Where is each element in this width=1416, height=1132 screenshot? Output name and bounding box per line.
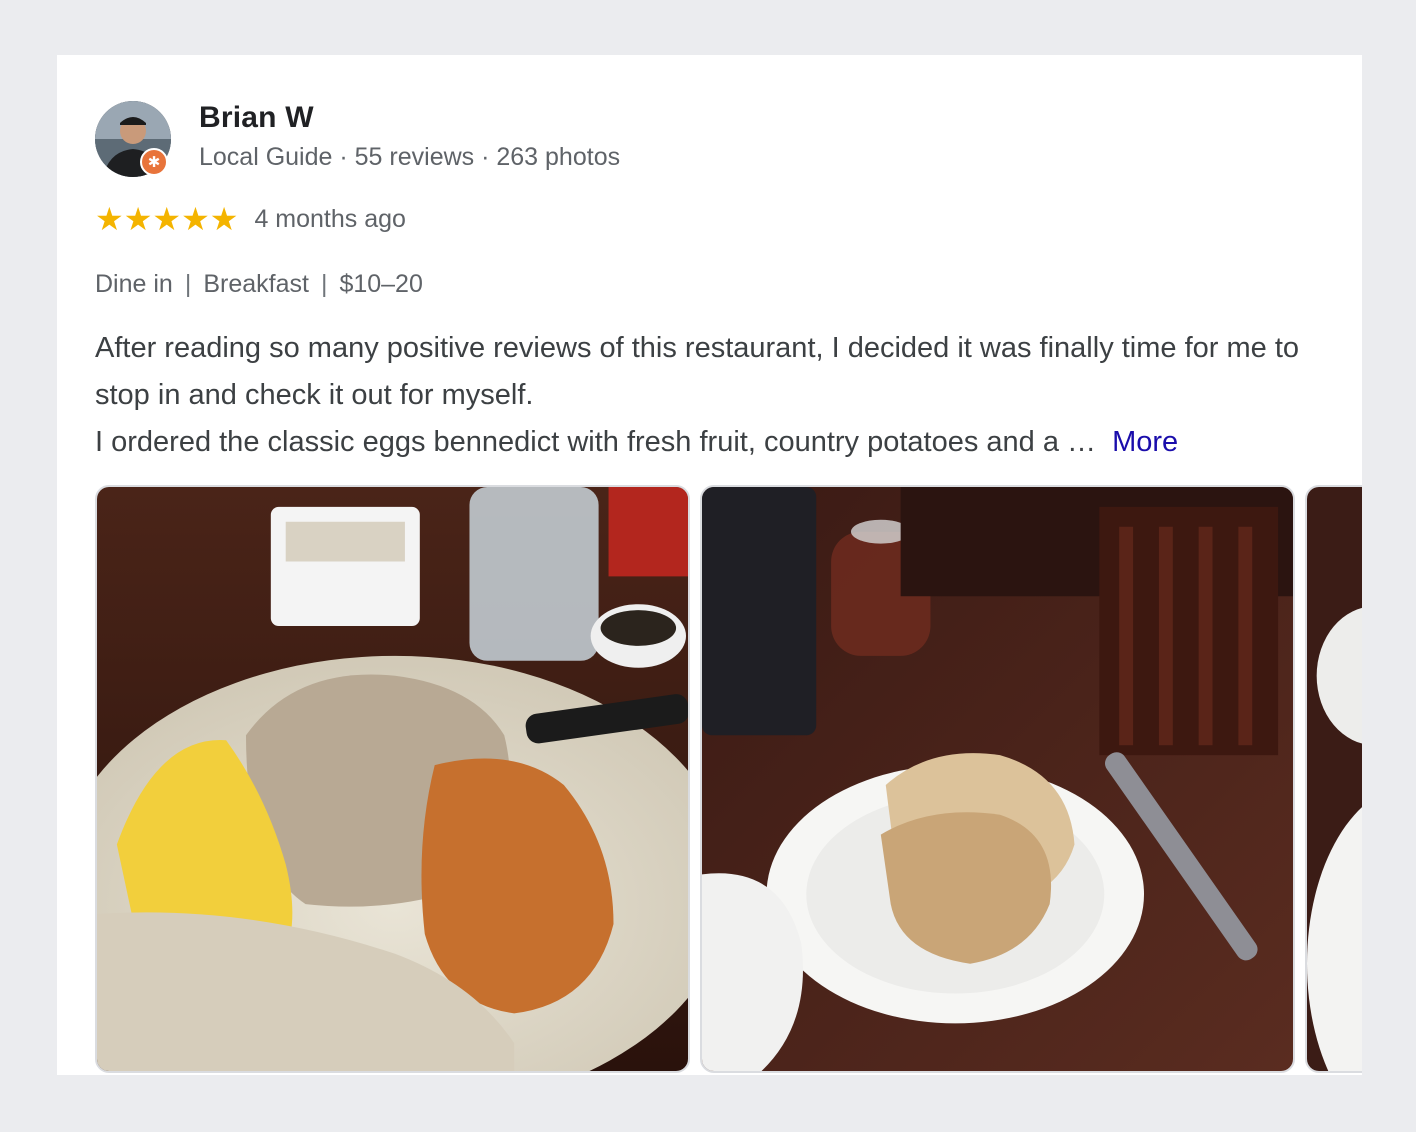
breakfast-plate-photo[interactable]	[95, 485, 690, 1073]
meta-separator: ·	[474, 143, 497, 171]
tag-service: Dine in	[95, 270, 173, 298]
tag-separator: |	[184, 270, 192, 298]
tag-separator: |	[320, 270, 328, 298]
star-icon: ★	[95, 201, 124, 237]
star-icon: ★	[152, 201, 182, 237]
review-time: 4 months ago	[254, 204, 406, 233]
review-tags: Dine in | Breakfast | $10–20	[95, 270, 423, 299]
reviewer-photo-count: 263 photos	[496, 143, 621, 171]
reviewer-meta: Local Guide · 55 reviews · 263 photos	[199, 143, 620, 172]
review-text: After reading so many positive reviews o…	[95, 325, 1345, 466]
review-card: ✱ Brian W Local Guide · 55 reviews · 263…	[57, 55, 1362, 1075]
more-link[interactable]: More	[1112, 426, 1178, 458]
star-rating: ★ ★ ★ ★ ★	[95, 203, 238, 235]
star-icon: ★	[123, 201, 153, 237]
review-paragraph-2: I ordered the classic eggs bennedict wit…	[95, 419, 1345, 466]
tag-meal: Breakfast	[203, 270, 309, 298]
rating-row: ★ ★ ★ ★ ★ 4 months ago	[95, 203, 406, 235]
star-icon: ★	[209, 201, 239, 237]
toast-plate-photo[interactable]	[700, 485, 1295, 1073]
partial-plate-photo[interactable]	[1305, 485, 1362, 1073]
reviewer-name[interactable]: Brian W	[199, 101, 314, 135]
meta-separator: ·	[332, 143, 355, 171]
review-truncated-text: I ordered the classic eggs bennedict wit…	[95, 426, 1097, 458]
tag-price: $10–20	[339, 270, 423, 298]
review-photos	[95, 485, 1362, 1075]
local-guide-badge-icon: ✱	[140, 148, 168, 176]
star-icon: ★	[181, 201, 210, 237]
reviewer-review-count: 55 reviews	[354, 143, 475, 171]
reviewer-level: Local Guide	[199, 143, 333, 171]
review-paragraph-1: After reading so many positive reviews o…	[95, 332, 1300, 411]
